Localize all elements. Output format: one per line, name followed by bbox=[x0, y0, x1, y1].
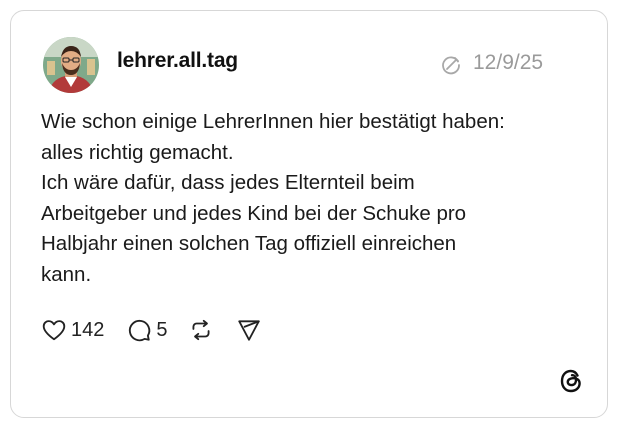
repost-icon bbox=[188, 317, 214, 343]
post-body-line: alles richtig gemacht. bbox=[41, 140, 234, 164]
edited-icon bbox=[439, 53, 463, 77]
repost-button[interactable] bbox=[188, 317, 214, 343]
comment-icon bbox=[126, 317, 152, 343]
post-body-line: Ich wäre dafür, dass jedes Elternteil be… bbox=[41, 171, 415, 194]
reply-button[interactable]: 5 bbox=[126, 317, 168, 343]
username[interactable]: lehrer.all.tag bbox=[117, 49, 238, 73]
like-button[interactable]: 142 bbox=[41, 317, 104, 343]
share-button[interactable] bbox=[236, 317, 262, 343]
like-count: 142 bbox=[71, 318, 105, 341]
post-actions: 142 5 bbox=[41, 315, 262, 345]
heart-icon bbox=[41, 317, 67, 343]
post-body-line: Arbeitgeber und jedes Kind bei der Schuk… bbox=[41, 201, 467, 225]
reply-count: 5 bbox=[156, 318, 168, 341]
post-card: lehrer.all.tag 12/9/25 Wie schon einige … bbox=[10, 10, 608, 418]
post-timestamp: 12/9/25 bbox=[473, 51, 544, 74]
threads-logo bbox=[557, 367, 585, 395]
post-body-line: Halbjahr einen solchen Tag offiziell ein… bbox=[41, 232, 457, 255]
post-body-line: Wie schon einige LehrerInnen hier bestät… bbox=[41, 110, 505, 133]
send-icon bbox=[236, 317, 262, 343]
avatar[interactable] bbox=[43, 37, 99, 93]
post-body-line: kann. bbox=[41, 262, 92, 286]
post-body: Wie schon einige LehrerInnen hier bestät… bbox=[41, 107, 581, 290]
